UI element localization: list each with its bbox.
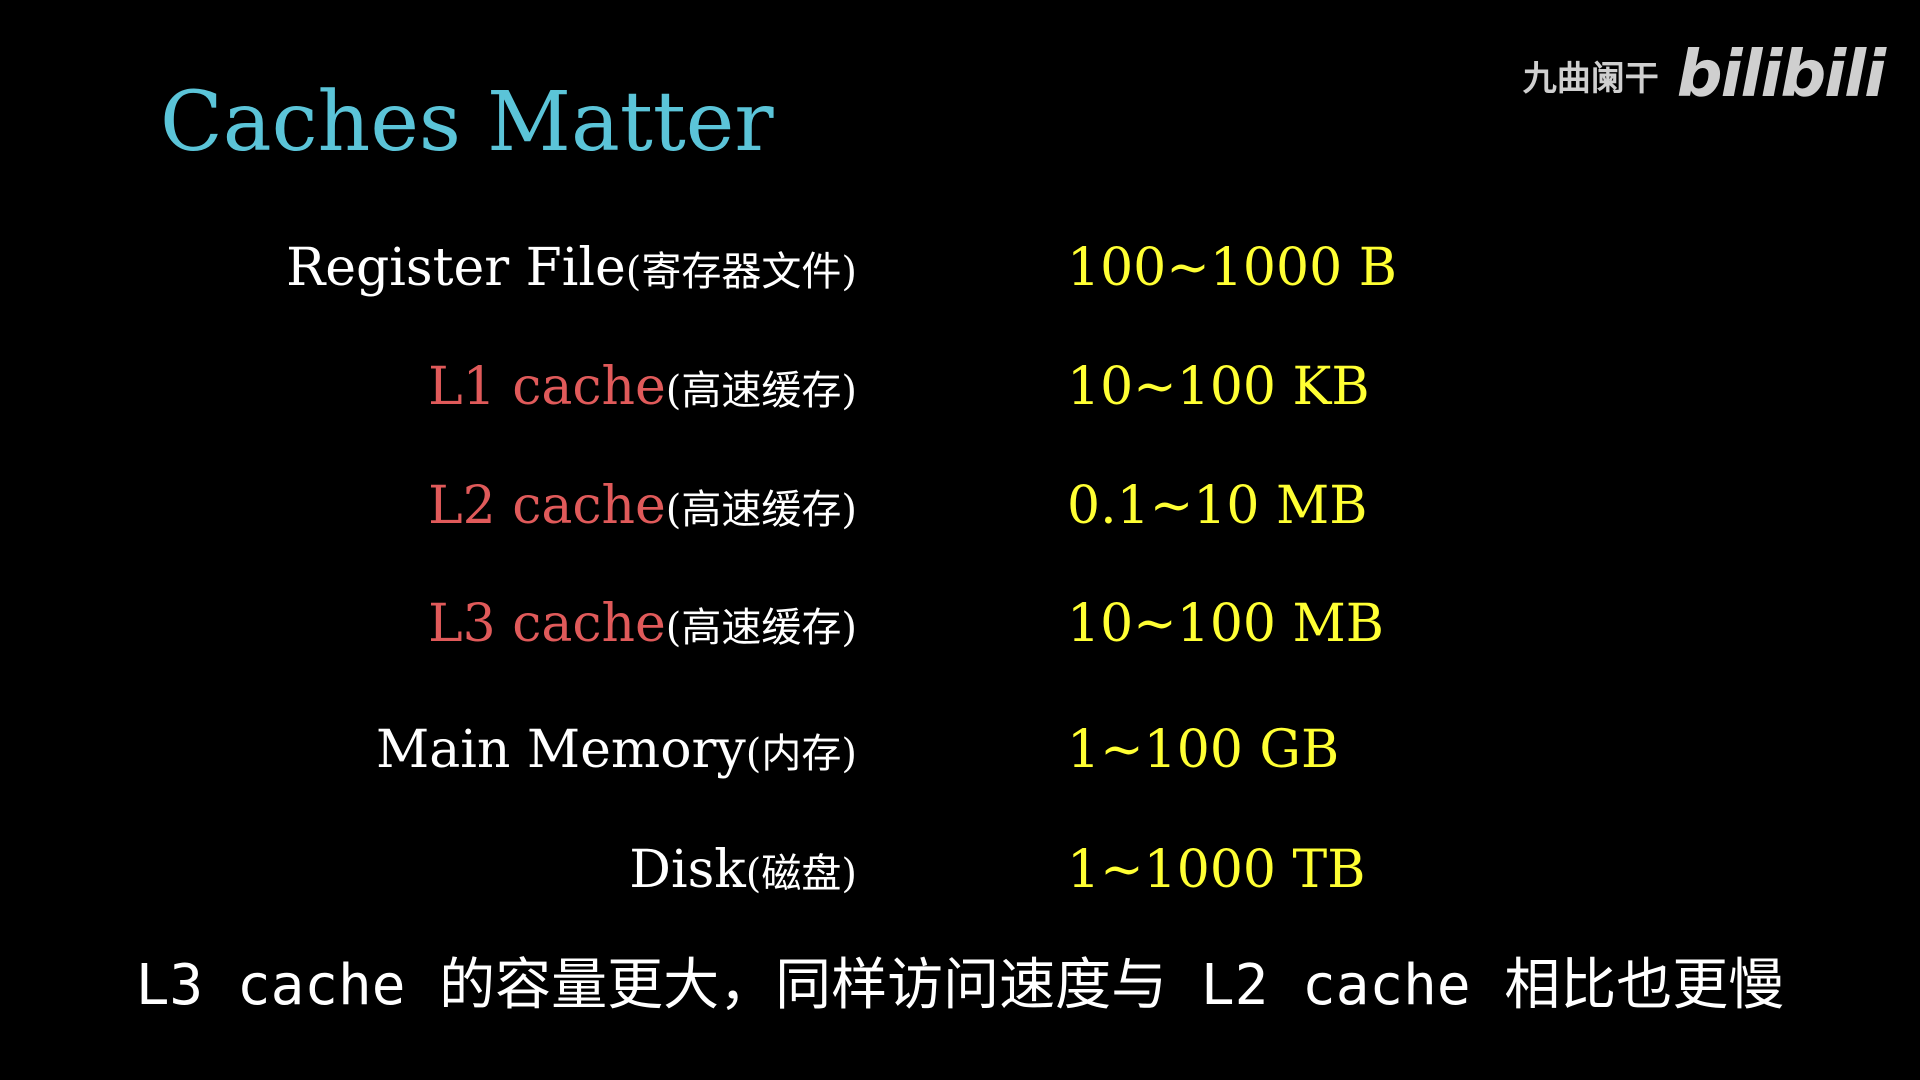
memory-hierarchy-table: Register File(寄存器文件) 100~1000 B L1 cache… [0,0,1920,1080]
row-main-memory: Main Memory(内存) 1~100 GB [0,710,1920,790]
row-label: Main Memory(内存) [376,710,857,794]
row-value: 100~1000 B [1067,238,1397,298]
row-l1-cache: L1 cache(高速缓存) 10~100 KB [0,347,1920,427]
row-label: Register File(寄存器文件) [286,228,857,312]
row-label-en: L1 cache [428,357,666,417]
video-frame: Caches Matter 九曲阑干 bilibili Register Fil… [0,0,1920,1080]
row-label-cn: (寄存器文件) [625,249,857,295]
row-value: 0.1~10 MB [1067,476,1368,536]
row-register-file: Register File(寄存器文件) 100~1000 B [0,228,1920,308]
row-l3-cache: L3 cache(高速缓存) 10~100 MB [0,584,1920,664]
row-value: 1~1000 TB [1067,840,1366,900]
row-label-cn: (高速缓存) [665,487,857,533]
row-l2-cache: L2 cache(高速缓存) 0.1~10 MB [0,466,1920,546]
row-label: L1 cache(高速缓存) [428,347,857,431]
row-value: 1~100 GB [1067,720,1340,780]
row-label-cn: (高速缓存) [665,368,857,414]
row-label-en: L2 cache [428,476,666,536]
row-label: Disk(磁盘) [629,830,857,914]
row-label-en: Main Memory [376,720,746,780]
row-label-en: L3 cache [428,594,666,654]
row-disk: Disk(磁盘) 1~1000 TB [0,830,1920,910]
row-label-en: Disk [629,840,746,900]
row-value: 10~100 KB [1067,357,1370,417]
video-subtitle: L3 cache 的容量更大，同样访问速度与 L2 cache 相比也更慢 [135,953,1785,1018]
row-label: L2 cache(高速缓存) [428,466,857,550]
row-value: 10~100 MB [1067,594,1384,654]
row-label-cn: (磁盘) [745,851,857,897]
row-label-en: Register File [286,238,626,298]
row-label: L3 cache(高速缓存) [428,584,857,668]
row-label-cn: (内存) [745,731,857,777]
row-label-cn: (高速缓存) [665,605,857,651]
